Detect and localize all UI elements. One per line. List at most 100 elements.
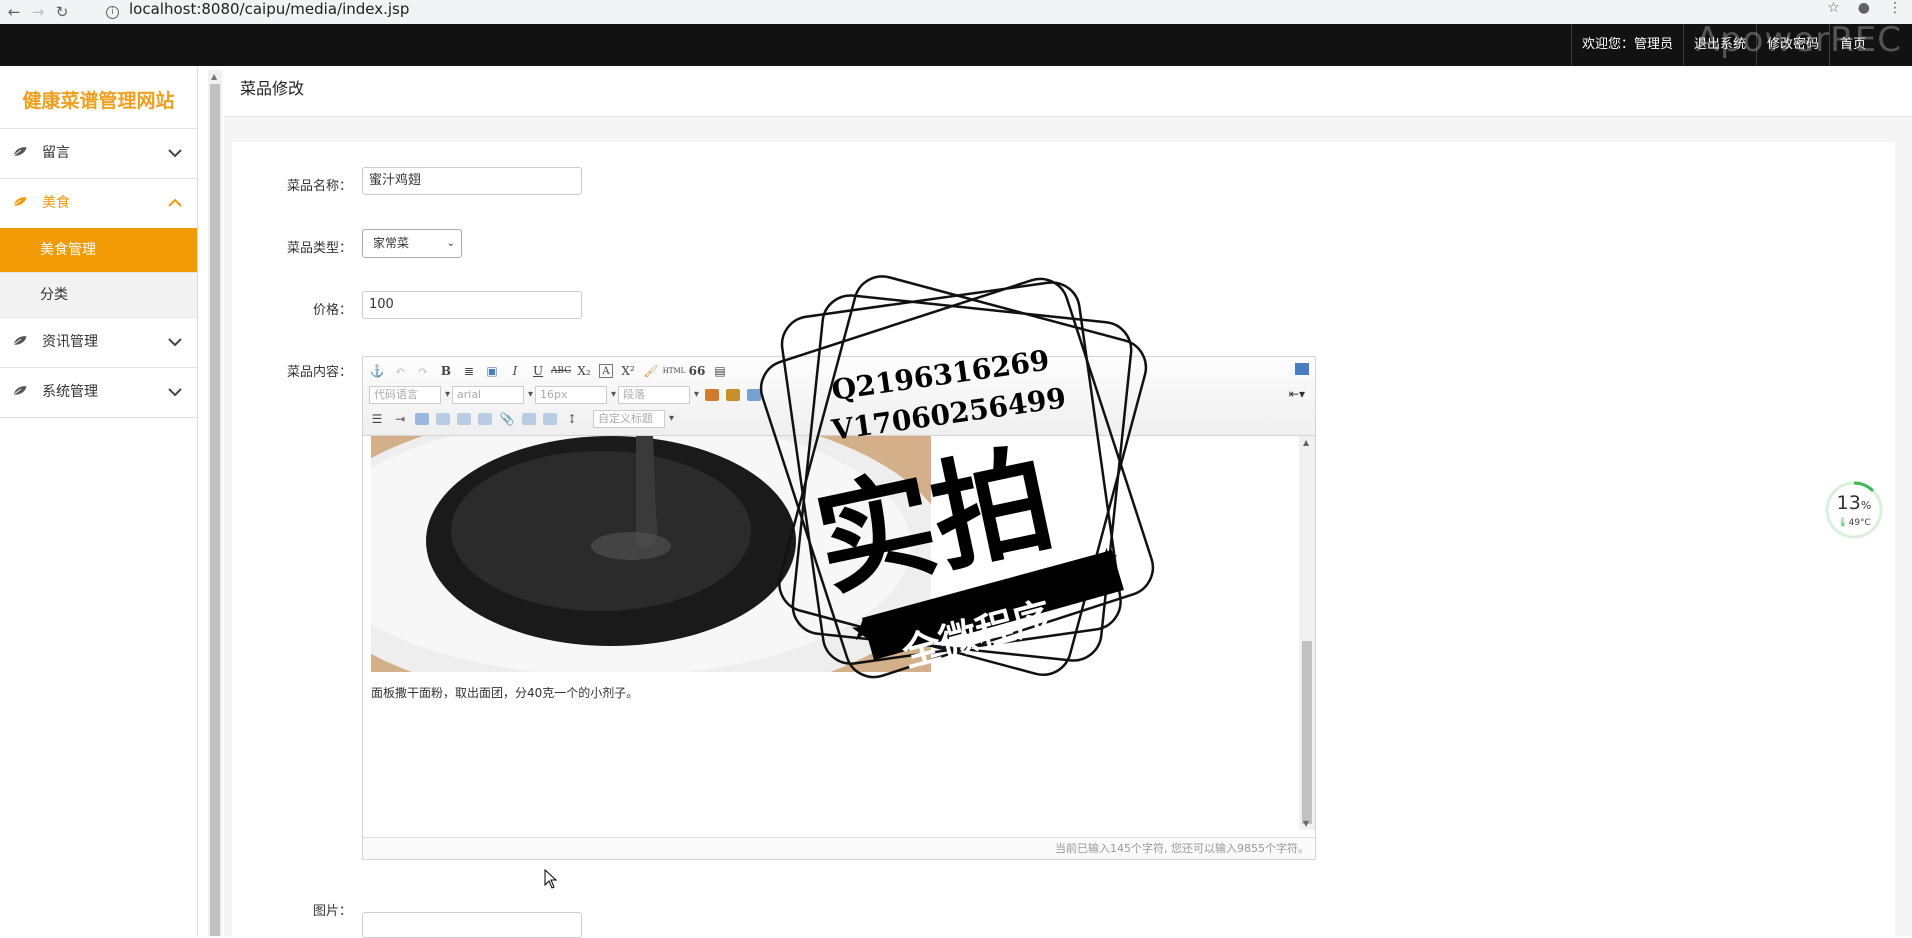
bookmark-star-icon[interactable]: ☆ bbox=[1827, 0, 1840, 16]
dish-name-label: 菜品名称： bbox=[286, 179, 352, 194]
sidebar-item-messages[interactable]: 留言 bbox=[0, 129, 197, 179]
image-label: 图片： bbox=[312, 904, 352, 919]
sauce-plate-image bbox=[371, 436, 931, 672]
scroll-up-icon[interactable]: ▲ bbox=[1303, 438, 1309, 447]
custom-heading-select[interactable]: 自定义标题 bbox=[593, 410, 674, 428]
url-text: localhost:8080/caipu/media/index.jsp bbox=[129, 0, 410, 18]
food-image bbox=[371, 436, 931, 672]
list-indent-icon[interactable]: ⇥ bbox=[392, 411, 408, 427]
paragraph-select[interactable]: 段落 bbox=[618, 386, 699, 404]
sidebar-subitem-category[interactable]: 分类 bbox=[0, 273, 197, 318]
price-input[interactable]: 100 bbox=[362, 291, 582, 319]
chevron-up-icon bbox=[168, 198, 182, 207]
dish-type-value: 家常菜 bbox=[373, 236, 410, 250]
sidebar-item-news[interactable]: 资讯管理 bbox=[0, 318, 197, 368]
performance-widget[interactable]: 13% 🌡49°C bbox=[1824, 480, 1884, 540]
dish-type-select[interactable]: 家常菜 ⌄ bbox=[362, 229, 462, 258]
indent-icon[interactable]: ≣ bbox=[461, 363, 477, 379]
chevron-down-icon bbox=[168, 388, 182, 397]
back-icon[interactable]: ← bbox=[4, 3, 24, 21]
editor-scrollbar-thumb[interactable] bbox=[1302, 641, 1312, 824]
font-family-select[interactable]: arial bbox=[452, 386, 533, 404]
dish-type-label: 菜品类型： bbox=[286, 241, 352, 256]
align-top-icon[interactable]: ☰ bbox=[369, 411, 385, 427]
percent-value: 13 bbox=[1836, 492, 1861, 514]
browser-menu-icon[interactable]: ⋮ bbox=[1888, 0, 1902, 16]
temperature-value: 49°C bbox=[1848, 518, 1871, 528]
align-dropdown-icon[interactable]: ⇤▾ bbox=[1289, 387, 1305, 401]
table-merge-icon[interactable] bbox=[478, 413, 492, 425]
html-icon[interactable]: HTML bbox=[663, 363, 686, 379]
font-border-icon[interactable]: A bbox=[599, 364, 613, 378]
chevron-down-icon bbox=[168, 338, 182, 347]
undo-icon[interactable]: ↶ bbox=[392, 363, 408, 379]
sidebar-scrollbar[interactable]: ▲ bbox=[208, 70, 222, 936]
chevron-down-icon bbox=[168, 149, 182, 158]
sidebar-item-food[interactable]: 美食 bbox=[0, 179, 197, 228]
profile-icon[interactable]: ● bbox=[1858, 0, 1870, 16]
attachment-icon[interactable]: 📎 bbox=[499, 411, 515, 427]
redo-icon[interactable]: ↷ bbox=[415, 363, 431, 379]
clear-format-icon[interactable]: 🖌 bbox=[643, 363, 659, 379]
search-replace-icon[interactable] bbox=[747, 389, 761, 401]
main-content: 菜品修改 菜品名称： 蜜汁鸡翅 菜品类型： 家常菜 ⌄ 价格： 100 菜品内容… bbox=[224, 66, 1912, 938]
table-col-icon[interactable] bbox=[457, 413, 471, 425]
date-icon[interactable] bbox=[543, 413, 557, 425]
scroll-down-icon[interactable]: ▼ bbox=[1303, 819, 1309, 828]
subscript-icon[interactable]: X₂ bbox=[576, 363, 592, 379]
font-size-select[interactable]: 16px bbox=[535, 386, 616, 404]
reload-icon[interactable]: ↻ bbox=[52, 3, 72, 21]
price-label: 价格： bbox=[312, 303, 352, 318]
editor-char-count: 当前已输入145个字符, 您还可以输入9855个字符。 bbox=[363, 837, 1315, 859]
percent-readout: 13% bbox=[1824, 492, 1884, 514]
editor-content[interactable]: 面板撒干面粉，取出面团，分40克一个的小剂子。 bbox=[363, 436, 1298, 830]
code-language-select[interactable]: 代码语言 bbox=[369, 386, 450, 404]
sidebar-item-system[interactable]: 系统管理 bbox=[0, 368, 197, 418]
bold-icon[interactable]: B bbox=[438, 363, 454, 379]
leaf-icon bbox=[12, 385, 28, 396]
welcome-text: 欢迎您：管理员 bbox=[1570, 24, 1683, 66]
fullscreen-icon[interactable] bbox=[1295, 363, 1309, 375]
blockquote-icon[interactable]: 66 bbox=[689, 363, 706, 379]
leaf-icon bbox=[12, 146, 28, 157]
forward-icon[interactable]: → bbox=[28, 3, 48, 21]
superscript-icon[interactable]: X² bbox=[620, 363, 636, 379]
editor-scrollbar[interactable]: ▲ ▼ bbox=[1299, 436, 1315, 830]
insert-frame-icon[interactable] bbox=[726, 389, 740, 401]
editor-body-text: 面板撒干面粉，取出面团，分40克一个的小剂子。 bbox=[371, 686, 639, 700]
horizontal-rule-icon[interactable] bbox=[522, 413, 536, 425]
sidebar-item-label: 系统管理 bbox=[42, 384, 98, 400]
anchor-icon[interactable]: ⚓ bbox=[369, 363, 385, 379]
dish-name-input[interactable]: 蜜汁鸡翅 bbox=[362, 167, 582, 195]
table-row-icon[interactable] bbox=[436, 413, 450, 425]
underline-icon[interactable]: U bbox=[530, 363, 546, 379]
top-header: 欢迎您：管理员 退出系统 修改密码 首页 ApowerREC bbox=[0, 20, 1912, 66]
leaf-icon bbox=[12, 335, 28, 346]
scroll-up-icon[interactable]: ▲ bbox=[211, 72, 217, 81]
italic-icon[interactable]: I bbox=[507, 363, 523, 379]
insert-image-icon[interactable] bbox=[705, 389, 719, 401]
address-bar[interactable]: i localhost:8080/caipu/media/index.jsp bbox=[106, 0, 409, 19]
sidebar-item-label: 资讯管理 bbox=[42, 334, 98, 350]
image-input[interactable] bbox=[362, 912, 582, 938]
scrollbar-thumb[interactable] bbox=[210, 84, 220, 936]
recorder-watermark: ApowerREC bbox=[1695, 20, 1902, 60]
rich-text-editor: ⚓ ↶ ↷ B ≣ ▣ I U ABC X₂ A X² 🖌 HTML 66 ▤ bbox=[362, 356, 1316, 860]
toolbar-row-2: 代码语言 arial 16px 段落 bbox=[369, 385, 761, 405]
line-height-icon[interactable]: ↕ bbox=[564, 411, 580, 427]
insert-table-icon[interactable] bbox=[415, 413, 429, 425]
strikethrough-icon[interactable]: ABC bbox=[551, 363, 571, 379]
thermometer-icon: 🌡 bbox=[1837, 518, 1849, 528]
info-icon[interactable]: i bbox=[106, 5, 119, 19]
toolbar-row-1: ⚓ ↶ ↷ B ≣ ▣ I U ABC X₂ A X² 🖌 HTML 66 ▤ bbox=[369, 361, 728, 381]
sidebar-subitem-food-management[interactable]: 美食管理 bbox=[0, 228, 197, 273]
content-label: 菜品内容： bbox=[286, 365, 352, 380]
paste-icon[interactable]: ▤ bbox=[712, 363, 728, 379]
mouse-cursor-icon bbox=[544, 869, 558, 889]
chevron-down-icon: ⌄ bbox=[446, 238, 455, 249]
sidebar-item-label: 留言 bbox=[42, 145, 70, 161]
percent-unit: % bbox=[1860, 499, 1872, 512]
browser-toolbar: ← → ↻ i localhost:8080/caipu/media/index.… bbox=[0, 0, 1912, 25]
format-brush-icon[interactable]: ▣ bbox=[484, 363, 500, 379]
site-title: 健康菜谱管理网站 bbox=[0, 66, 197, 129]
